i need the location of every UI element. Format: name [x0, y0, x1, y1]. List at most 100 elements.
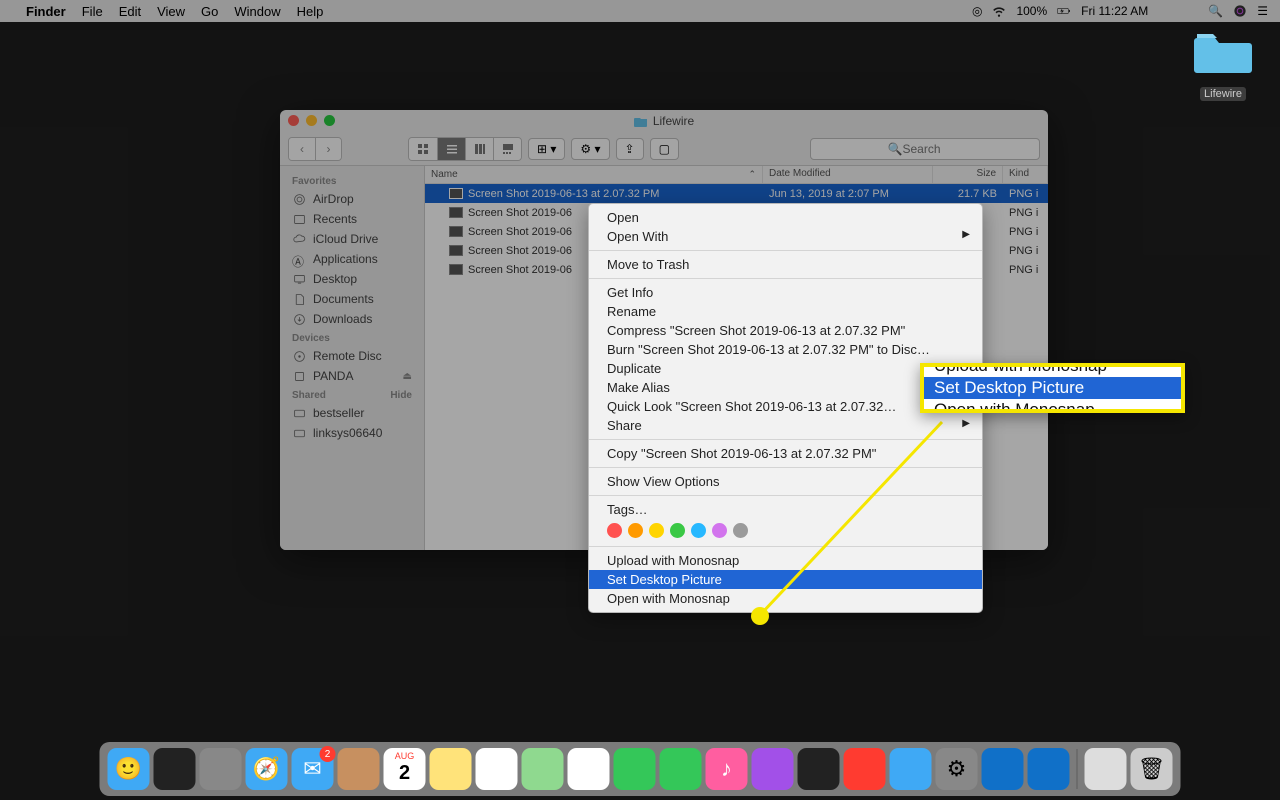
- callout-open: Open with Monosnap: [924, 399, 1181, 413]
- dock-trash[interactable]: 🗑: [1131, 748, 1173, 790]
- dock-app-appstore[interactable]: [890, 748, 932, 790]
- menu-help[interactable]: Help: [297, 4, 324, 19]
- sidebar-hide-link[interactable]: Hide: [390, 390, 412, 401]
- ctx-move-to-trash[interactable]: Move to Trash: [589, 255, 982, 274]
- ctx-get-info[interactable]: Get Info: [589, 283, 982, 302]
- ctx-open-with[interactable]: Open With▶: [589, 227, 982, 246]
- callout-upload: Upload with Monosnap: [924, 363, 1181, 377]
- tag-color[interactable]: [733, 523, 748, 538]
- dock-app-outlook[interactable]: [982, 748, 1024, 790]
- minimize-button[interactable]: [306, 115, 317, 126]
- ctx-upload-monosnap[interactable]: Upload with Monosnap: [589, 551, 982, 570]
- ctx-open-monosnap[interactable]: Open with Monosnap: [589, 589, 982, 608]
- ctx-open[interactable]: Open: [589, 208, 982, 227]
- dock-files[interactable]: [1085, 748, 1127, 790]
- close-button[interactable]: [288, 115, 299, 126]
- tag-color[interactable]: [628, 523, 643, 538]
- action-button[interactable]: ⚙ ▾: [571, 138, 609, 160]
- sidebar-item-recents[interactable]: Recents: [280, 209, 424, 229]
- sidebar-item-remote-disc[interactable]: Remote Disc: [280, 346, 424, 366]
- finder-search[interactable]: 🔍: [810, 138, 1040, 160]
- mail-badge: 2: [320, 746, 336, 762]
- menubar-battery-icon[interactable]: [1057, 4, 1071, 18]
- zoom-button[interactable]: [324, 115, 335, 126]
- dock-app-news[interactable]: [844, 748, 886, 790]
- menu-file[interactable]: File: [82, 4, 103, 19]
- menubar-app-name[interactable]: Finder: [26, 4, 66, 19]
- dock-app-itunes[interactable]: ♪: [706, 748, 748, 790]
- back-button[interactable]: ‹: [289, 138, 315, 160]
- menubar-clock[interactable]: Fri 11:22 AM: [1081, 4, 1148, 18]
- dock-app-safari[interactable]: 🧭: [246, 748, 288, 790]
- ctx-burn[interactable]: Burn "Screen Shot 2019-06-13 at 2.07.32 …: [589, 340, 982, 359]
- tags-button[interactable]: ▢: [650, 138, 679, 160]
- ctx-copy[interactable]: Copy "Screen Shot 2019-06-13 at 2.07.32 …: [589, 444, 982, 463]
- tag-color[interactable]: [607, 523, 622, 538]
- tag-color[interactable]: [649, 523, 664, 538]
- menubar-wifi-icon[interactable]: [992, 4, 1006, 18]
- view-list-button[interactable]: [437, 138, 465, 160]
- share-button[interactable]: ⇪: [616, 138, 644, 160]
- dock-app-tv[interactable]: [798, 748, 840, 790]
- desktop-folder-lifewire[interactable]: Lifewire: [1188, 28, 1258, 102]
- dock-app-calendar[interactable]: AUG2: [384, 748, 426, 790]
- view-gallery-button[interactable]: [493, 138, 521, 160]
- desktop-folder-label: Lifewire: [1200, 87, 1246, 101]
- column-name[interactable]: Name⌃: [425, 166, 763, 183]
- ctx-rename[interactable]: Rename: [589, 302, 982, 321]
- dock-app-mail[interactable]: ✉2: [292, 748, 334, 790]
- column-kind[interactable]: Kind: [1003, 166, 1048, 183]
- ctx-view-options[interactable]: Show View Options: [589, 472, 982, 491]
- file-thumb-icon: [449, 226, 463, 237]
- sidebar-item-desktop[interactable]: Desktop: [280, 269, 424, 289]
- sidebar-item-documents[interactable]: Documents: [280, 289, 424, 309]
- sidebar-item-icloud[interactable]: iCloud Drive: [280, 229, 424, 249]
- sidebar-item-airdrop[interactable]: AirDrop: [280, 189, 424, 209]
- view-columns-button[interactable]: [465, 138, 493, 160]
- finder-titlebar[interactable]: Lifewire: [280, 110, 1048, 132]
- menubar-monosnap-icon[interactable]: ◎: [972, 4, 982, 18]
- dock-app-word[interactable]: [1028, 748, 1070, 790]
- dock-app-reminders[interactable]: [476, 748, 518, 790]
- dock-app-photos[interactable]: [568, 748, 610, 790]
- menubar-siri-icon[interactable]: [1233, 4, 1247, 18]
- menu-window[interactable]: Window: [234, 4, 280, 19]
- sidebar-item-downloads[interactable]: Downloads: [280, 309, 424, 329]
- dock-app-notes[interactable]: [430, 748, 472, 790]
- sidebar-item-bestseller[interactable]: bestseller: [280, 403, 424, 423]
- menu-view[interactable]: View: [157, 4, 185, 19]
- column-size[interactable]: Size: [933, 166, 1003, 183]
- table-row[interactable]: Screen Shot 2019-06-13 at 2.07.32 PMJun …: [425, 184, 1048, 203]
- eject-icon[interactable]: ⏏: [403, 371, 412, 382]
- menu-go[interactable]: Go: [201, 4, 218, 19]
- tag-color[interactable]: [691, 523, 706, 538]
- sidebar-item-applications[interactable]: ⒶApplications: [280, 249, 424, 269]
- dock-app-podcasts[interactable]: [752, 748, 794, 790]
- sidebar-item-panda[interactable]: PANDA⏏: [280, 366, 424, 386]
- arrange-button[interactable]: ⊞ ▾: [528, 138, 565, 160]
- menubar-notifications-icon[interactable]: ☰: [1257, 4, 1268, 18]
- dock-app-siri[interactable]: [154, 748, 196, 790]
- column-date[interactable]: Date Modified: [763, 166, 933, 183]
- tag-color[interactable]: [712, 523, 727, 538]
- dock-app-maps[interactable]: [522, 748, 564, 790]
- search-input[interactable]: [902, 142, 962, 156]
- ctx-compress[interactable]: Compress "Screen Shot 2019-06-13 at 2.07…: [589, 321, 982, 340]
- dock-app-settings[interactable]: ⚙: [936, 748, 978, 790]
- tag-color[interactable]: [670, 523, 685, 538]
- ctx-share[interactable]: Share▶: [589, 416, 982, 435]
- menu-edit[interactable]: Edit: [119, 4, 141, 19]
- dock-app-messages[interactable]: [614, 748, 656, 790]
- list-header: Name⌃ Date Modified Size Kind: [425, 166, 1048, 184]
- sidebar-item-linksys[interactable]: linksys06640: [280, 423, 424, 443]
- menubar-spotlight-icon[interactable]: 🔍: [1208, 4, 1223, 18]
- ctx-set-desktop-picture[interactable]: Set Desktop Picture: [589, 570, 982, 589]
- dock-app-facetime[interactable]: [660, 748, 702, 790]
- dock-app-launchpad[interactable]: [200, 748, 242, 790]
- forward-button[interactable]: ›: [315, 138, 341, 160]
- dock-app-contacts[interactable]: [338, 748, 380, 790]
- view-icons-button[interactable]: [409, 138, 437, 160]
- menubar-battery-percent[interactable]: 100%: [1016, 4, 1047, 18]
- dock-app-finder[interactable]: 🙂: [108, 748, 150, 790]
- dock: 🙂 🧭✉2 AUG2 ♪ ⚙ 🗑: [100, 742, 1181, 796]
